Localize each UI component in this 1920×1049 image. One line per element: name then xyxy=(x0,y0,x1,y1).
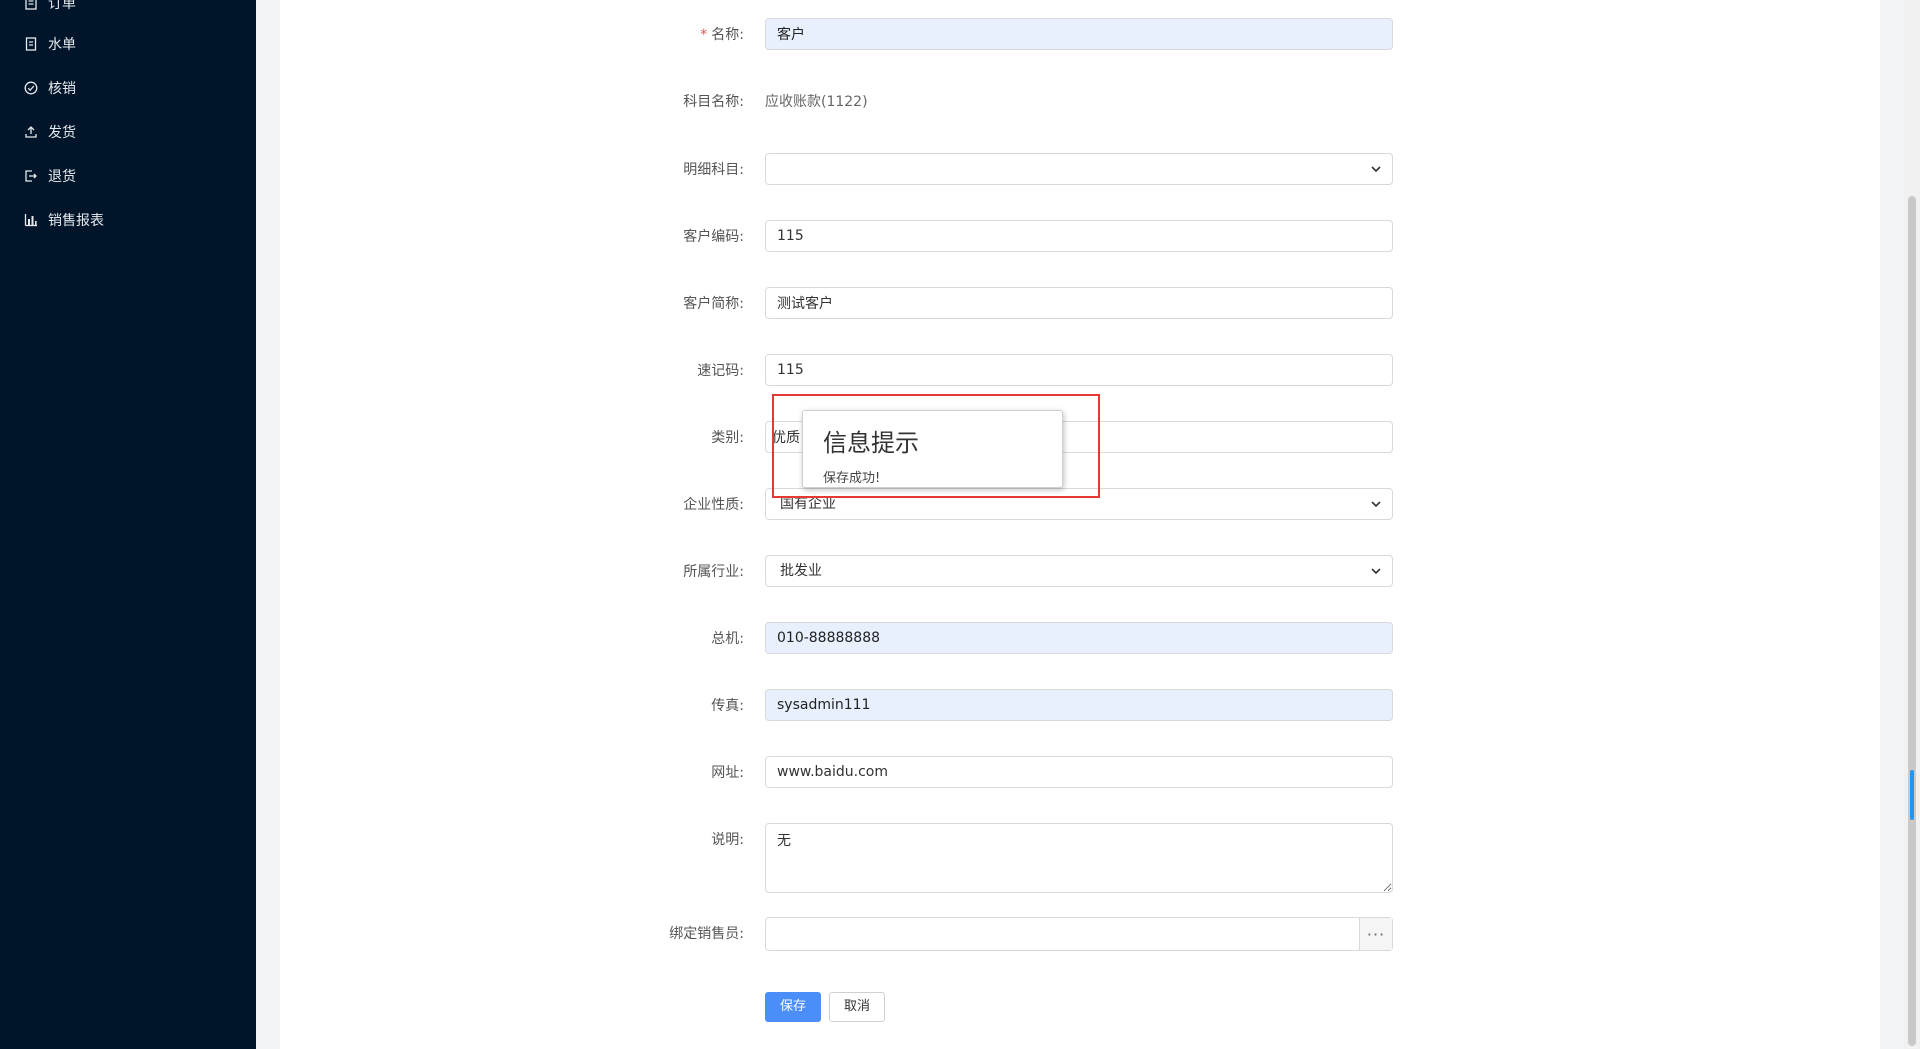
scrollbar-marker xyxy=(1910,770,1914,820)
more-options-button[interactable]: ··· xyxy=(1359,918,1392,950)
scrollbar-thumb[interactable] xyxy=(1908,196,1916,1046)
industry-value: 批发业 xyxy=(780,563,822,579)
sidebar-item-sales-report[interactable]: 销售报表 xyxy=(24,209,104,231)
switchboard-label: 总机: xyxy=(711,631,744,647)
name-input[interactable] xyxy=(765,18,1393,50)
chevron-down-icon xyxy=(1371,501,1381,508)
logout-icon xyxy=(24,169,38,183)
customer-code-input[interactable] xyxy=(765,220,1393,252)
upload-icon xyxy=(24,125,38,139)
salesperson-picker[interactable]: ··· xyxy=(765,917,1393,951)
order-icon xyxy=(24,0,38,10)
cancel-button[interactable]: 取消 xyxy=(829,992,885,1022)
info-dialog: 信息提示 保存成功! xyxy=(802,410,1063,488)
chevron-down-icon xyxy=(1371,166,1381,173)
fax-row: 传真: xyxy=(280,689,1880,723)
industry-label: 所属行业: xyxy=(683,564,744,580)
check-circle-icon xyxy=(24,81,38,95)
customer-code-label: 客户编码: xyxy=(683,229,744,245)
sidebar-item-label: 退货 xyxy=(48,169,76,185)
category-label: 类别: xyxy=(711,430,744,446)
save-button[interactable]: 保存 xyxy=(765,992,821,1022)
account-subject-row: 科目名称: 应收账款(1122) xyxy=(280,85,1880,119)
required-mark: * xyxy=(700,27,708,43)
shorthand-code-label: 速记码: xyxy=(697,363,744,379)
name-label: * 名称: xyxy=(700,27,744,43)
customer-short-label: 客户简称: xyxy=(683,296,744,312)
customer-form-panel: *名称: 科目名称: 应收账款(1122) 明细科目: 客户编码: 客户简称: … xyxy=(280,0,1880,1049)
shorthand-code-input[interactable] xyxy=(765,354,1393,386)
industry-select[interactable]: 批发业 xyxy=(765,555,1393,587)
website-row: 网址: xyxy=(280,756,1880,790)
enterprise-type-select[interactable]: 国有企业 xyxy=(765,488,1393,520)
sidebar-item-orders[interactable]: 订单 xyxy=(24,0,76,14)
sidebar-item-writeoff[interactable]: 核销 xyxy=(24,77,76,99)
sidebar-item-label: 发货 xyxy=(48,125,76,141)
name-row: * 名称: xyxy=(280,18,1880,52)
dialog-message: 保存成功! xyxy=(823,471,881,486)
salesperson-label: 绑定销售员: xyxy=(669,926,744,942)
detail-subject-row: 明细科目: xyxy=(280,153,1880,187)
enterprise-type-value: 国有企业 xyxy=(780,496,836,512)
shorthand-code-row: 速记码: xyxy=(280,354,1880,388)
website-label: 网址: xyxy=(711,765,744,781)
detail-subject-label: 明细科目: xyxy=(683,162,744,178)
switchboard-row: 总机: xyxy=(280,622,1880,656)
detail-subject-select[interactable] xyxy=(765,153,1393,185)
sidebar-item-receipts[interactable]: 水单 xyxy=(24,33,76,55)
fax-label: 传真: xyxy=(711,698,744,714)
description-row: 说明: 无 xyxy=(280,823,1880,893)
account-subject-label: 科目名称: xyxy=(683,94,744,110)
sidebar-item-label: 水单 xyxy=(48,37,76,53)
sidebar-item-label: 订单 xyxy=(48,0,76,12)
chevron-down-icon xyxy=(1371,568,1381,575)
sidebar-item-returns[interactable]: 退货 xyxy=(24,165,76,187)
actions-row: 保存 取消 xyxy=(280,992,1880,1026)
website-input[interactable] xyxy=(765,756,1393,788)
sidebar-item-label: 核销 xyxy=(48,81,76,97)
industry-row: 所属行业: 批发业 xyxy=(280,555,1880,589)
customer-short-row: 客户简称: xyxy=(280,287,1880,321)
customer-short-input[interactable] xyxy=(765,287,1393,319)
enterprise-type-label: 企业性质: xyxy=(683,497,744,513)
sidebar: 订单 水单 核销 发货 退货 销售报表 xyxy=(0,0,256,1049)
receipt-icon xyxy=(24,37,38,51)
description-textarea[interactable]: 无 xyxy=(765,823,1393,893)
sidebar-item-shipping[interactable]: 发货 xyxy=(24,121,76,143)
account-subject-value: 应收账款(1122) xyxy=(765,94,868,110)
dialog-title: 信息提示 xyxy=(823,429,919,457)
description-label: 说明: xyxy=(711,832,744,848)
sidebar-item-label: 销售报表 xyxy=(48,213,104,229)
salesperson-row: 绑定销售员: ··· xyxy=(280,917,1880,951)
bar-chart-icon xyxy=(24,213,38,227)
fax-input[interactable] xyxy=(765,689,1393,721)
customer-code-row: 客户编码: xyxy=(280,220,1880,254)
switchboard-input[interactable] xyxy=(765,622,1393,654)
enterprise-type-row: 企业性质: 国有企业 xyxy=(280,488,1880,522)
category-row: 类别: xyxy=(280,421,1880,455)
